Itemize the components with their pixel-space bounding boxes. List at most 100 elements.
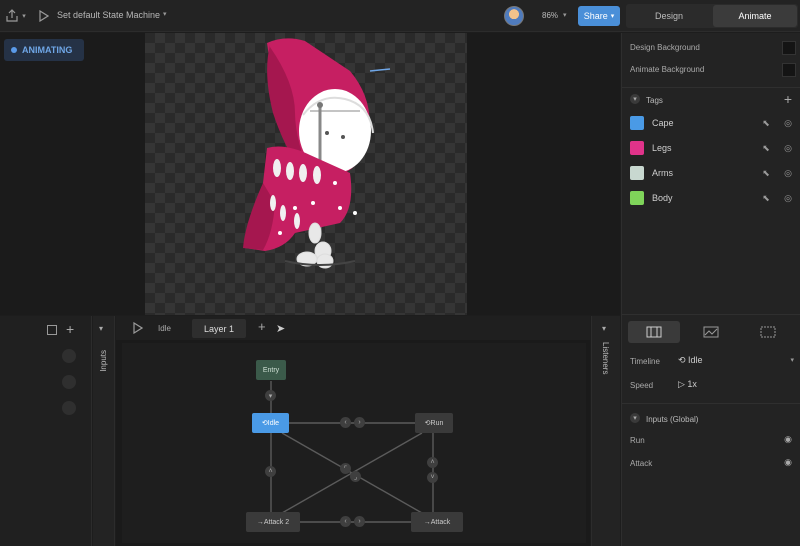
stage[interactable]: ANIMATING [0,33,620,315]
transition-diag-icon[interactable]: ⌜ [340,463,351,474]
transition-left-icon[interactable]: ‹ [340,516,351,527]
transition-right-icon[interactable]: › [354,516,365,527]
tag-row[interactable]: Body ⬉ ◎ [630,189,795,207]
input-name: Run [630,436,645,445]
state-machine-chevron-icon[interactable]: ▾ [163,10,167,18]
timeline-select[interactable]: ⟲ Idle [678,355,703,366]
timeline-tab[interactable] [628,321,680,343]
tag-color-swatch[interactable] [630,116,644,130]
zoom-level[interactable]: 86% [542,11,558,20]
listeners-tab-chevron-icon: ▾ [602,324,607,333]
divider [622,87,800,88]
graph-play-icon[interactable] [133,321,144,337]
inputs-collapse-icon[interactable]: ▾ [630,413,640,423]
node-run-label: Run [430,419,444,427]
input-name: Attack [630,459,653,468]
list-dot[interactable] [62,349,76,363]
animating-label: ANIMATING [22,45,73,55]
tag-name: Cape [652,118,674,128]
tag-name: Body [652,193,673,203]
divider [622,314,800,315]
tag-select-icon[interactable]: ⬉ [759,166,773,180]
mode-toggle: Design Animate [626,4,798,28]
transition-up-icon[interactable]: ˄ [427,457,438,468]
inputs-tab-label: Inputs [99,350,108,372]
listeners-side-tab[interactable]: ▾ Listeners [591,316,620,546]
tag-target-icon[interactable]: ◎ [781,166,795,180]
animations-list-panel: + [0,316,92,546]
node-attack[interactable]: → Attack [411,512,463,532]
folder-icon[interactable] [47,325,57,335]
share-label: Share [583,11,608,21]
divider [622,403,800,404]
transition-up-icon[interactable]: ˄ [265,466,276,477]
graph-connections [270,381,434,523]
inputs-side-tab[interactable]: ▾ Inputs [93,316,115,546]
node-entry[interactable]: Entry [256,360,286,380]
eye-icon[interactable]: ◉ [784,457,792,468]
tag-color-swatch[interactable] [630,141,644,155]
tag-row[interactable]: Legs ⬉ ◎ [630,139,795,157]
tag-row[interactable]: Arms ⬉ ◎ [630,164,795,182]
list-dot[interactable] [62,401,76,415]
inputs-tab-chevron-icon: ▾ [99,324,104,333]
speed-label: Speed [630,381,654,390]
tag-select-icon[interactable]: ⬉ [759,191,773,205]
tag-color-swatch[interactable] [630,191,644,205]
export-icon[interactable] [4,8,20,24]
animate-background-swatch[interactable] [782,63,796,77]
avatar[interactable] [504,6,524,26]
tag-target-icon[interactable]: ◎ [781,191,795,205]
arrow-icon: → [256,518,264,526]
tag-target-icon[interactable]: ◎ [781,116,795,130]
transition-right-icon[interactable]: › [354,417,365,428]
tag-name: Legs [652,143,672,153]
tag-color-swatch[interactable] [630,166,644,180]
graph-tab[interactable] [685,321,737,343]
state-machine-selector[interactable]: Set default State Machine [57,10,160,20]
node-attack-label: Attack [430,518,451,526]
transition-down-icon[interactable]: ˅ [427,472,438,483]
tab-layer1[interactable]: Layer 1 [192,319,246,338]
transition-left-icon[interactable]: ‹ [340,417,351,428]
eye-icon[interactable]: ◉ [784,434,792,445]
state-graph[interactable]: Entry ▾ ⟲ Idle ⟲ Run → Attack 2 → Attack… [122,343,586,543]
speed-play-icon: ▷ [678,379,688,389]
tab-animate[interactable]: Animate [713,5,797,27]
play-icon[interactable] [38,9,50,23]
speed-value: 1x [687,379,697,389]
add-animation-icon[interactable]: + [66,321,74,337]
speed-field[interactable]: ▷ 1x [678,379,697,390]
arrow-icon: → [423,518,431,526]
tags-collapse-icon[interactable]: ▾ [630,94,640,104]
tag-row[interactable]: Cape ⬉ ◎ [630,114,795,132]
zoom-chevron-icon[interactable]: ▾ [563,11,567,19]
node-idle-label: Idle [267,419,280,427]
design-background-swatch[interactable] [782,41,796,55]
share-button[interactable]: Share ▾ [578,6,620,26]
node-attack2[interactable]: → Attack 2 [246,512,300,532]
tab-idle[interactable]: Idle [158,324,171,333]
tab-design[interactable]: Design [626,4,712,28]
node-run[interactable]: ⟲ Run [415,413,453,433]
artboard[interactable] [145,33,467,315]
export-chevron-icon[interactable]: ▾ [20,12,28,20]
add-tag-icon[interactable]: + [784,91,792,107]
add-layer-icon[interactable]: + [258,319,266,334]
tag-select-icon[interactable]: ⬉ [759,116,773,130]
grid-icon [760,326,776,338]
node-attack2-label: Attack 2 [263,518,290,526]
tag-target-icon[interactable]: ◎ [781,141,795,155]
list-dot[interactable] [62,375,76,389]
animate-background-label: Animate Background [630,65,705,74]
top-toolbar: ▾ Set default State Machine ▾ 86% ▾ Shar… [0,0,800,32]
tag-select-icon[interactable]: ⬉ [759,141,773,155]
transition-diag-icon[interactable]: ⌟ [350,471,361,482]
transition-chevron-icon[interactable]: ▾ [265,390,276,401]
node-idle[interactable]: ⟲ Idle [252,413,289,433]
graph-icon [703,326,719,338]
share-chevron-icon: ▾ [610,13,615,20]
timeline-chevron-icon[interactable]: ▾ [790,356,794,364]
grid-tab[interactable] [742,321,794,343]
timeline-icon [646,326,662,338]
